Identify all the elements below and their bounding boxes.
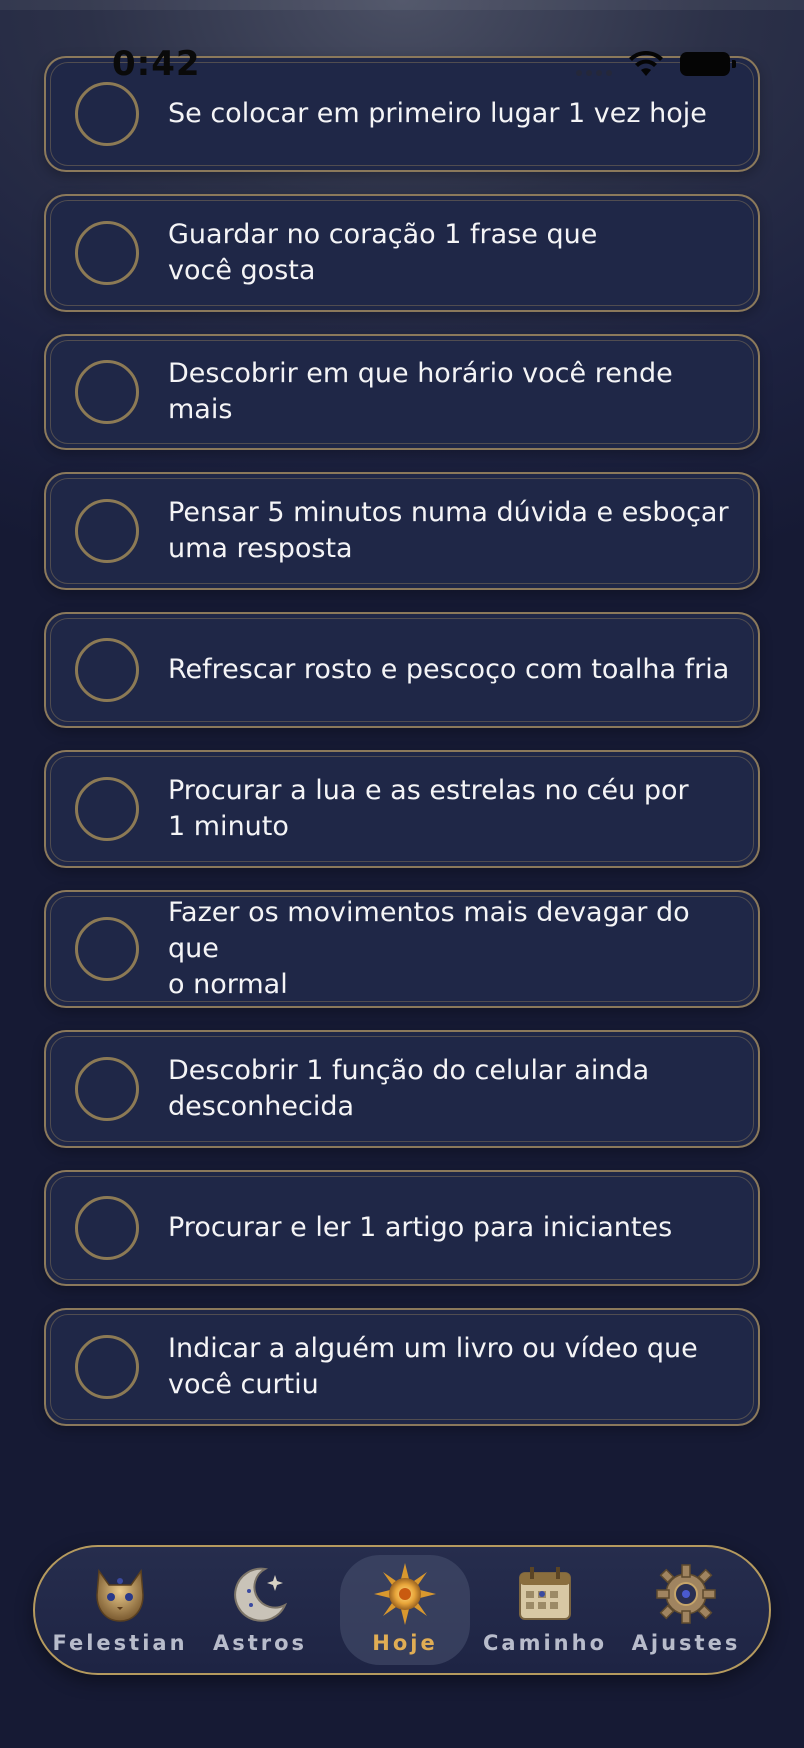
task-checkbox[interactable] (75, 221, 139, 285)
task-item[interactable]: Se colocar em primeiro lugar 1 vez hoje (44, 56, 760, 172)
task-label: Procurar e ler 1 artigo para iniciantes (168, 1212, 673, 1243)
tab-label: Astros (212, 1631, 308, 1655)
tab-label: Felestian (52, 1631, 188, 1655)
tab-caminho[interactable]: Caminho (480, 1555, 610, 1665)
task-checkbox[interactable] (75, 1057, 139, 1121)
tab-label: Caminho (483, 1631, 607, 1655)
task-checkbox[interactable] (75, 638, 139, 702)
task-label: Fazer os movimentos mais devagar do que … (168, 897, 690, 1000)
task-checkbox[interactable] (75, 499, 139, 563)
task-checkbox[interactable] (75, 777, 139, 841)
task-item[interactable]: Descobrir 1 função do celular ainda desc… (44, 1030, 760, 1148)
tab-label: Ajustes (631, 1631, 741, 1655)
moon-icon (234, 1567, 288, 1622)
task-checkbox[interactable] (75, 360, 139, 424)
task-label: Pensar 5 minutos numa dúvida e esboçar u… (168, 497, 729, 564)
task-item[interactable]: Pensar 5 minutos numa dúvida e esboçar u… (44, 472, 760, 590)
gear-icon (656, 1564, 716, 1624)
task-label: Se colocar em primeiro lugar 1 vez hoje (168, 98, 707, 129)
task-label: Indicar a alguém um livro ou vídeo que v… (168, 1333, 698, 1400)
task-label: Procurar a lua e as estrelas no céu por … (168, 775, 689, 842)
task-item[interactable]: Fazer os movimentos mais devagar do que … (44, 890, 760, 1008)
task-list: Se colocar em primeiro lugar 1 vez hoje … (44, 56, 760, 1448)
calendar-icon (519, 1567, 571, 1620)
task-checkbox[interactable] (75, 82, 139, 146)
task-item[interactable]: Indicar a alguém um livro ou vídeo que v… (44, 1308, 760, 1426)
task-item[interactable]: Refrescar rosto e pescoço com toalha fri… (44, 612, 760, 728)
task-checkbox[interactable] (75, 1335, 139, 1399)
task-checkbox[interactable] (75, 1196, 139, 1260)
task-item[interactable]: Guardar no coração 1 frase que você gost… (44, 194, 760, 312)
tab-astros[interactable]: Astros (195, 1555, 325, 1665)
task-label: Descobrir em que horário você rende mais (168, 358, 673, 425)
top-fade (0, 0, 804, 10)
tab-bar: Felestian Astros Hoje Caminho Ajustes (33, 1545, 771, 1675)
tab-ajustes[interactable]: Ajustes (621, 1555, 751, 1665)
cat-icon (96, 1568, 144, 1622)
task-item[interactable]: Procurar e ler 1 artigo para iniciantes (44, 1170, 760, 1286)
tab-felestian[interactable]: Felestian (52, 1555, 188, 1665)
task-item[interactable]: Procurar a lua e as estrelas no céu por … (44, 750, 760, 868)
task-item[interactable]: Descobrir em que horário você rende mais (44, 334, 760, 450)
task-checkbox[interactable] (75, 917, 139, 981)
task-label: Guardar no coração 1 frase que você gost… (168, 219, 598, 286)
task-label: Refrescar rosto e pescoço com toalha fri… (168, 654, 730, 685)
task-label: Descobrir 1 função do celular ainda desc… (168, 1055, 650, 1122)
tab-label: Hoje (372, 1631, 438, 1655)
sun-icon (374, 1563, 436, 1625)
tab-hoje[interactable]: Hoje (340, 1555, 470, 1665)
